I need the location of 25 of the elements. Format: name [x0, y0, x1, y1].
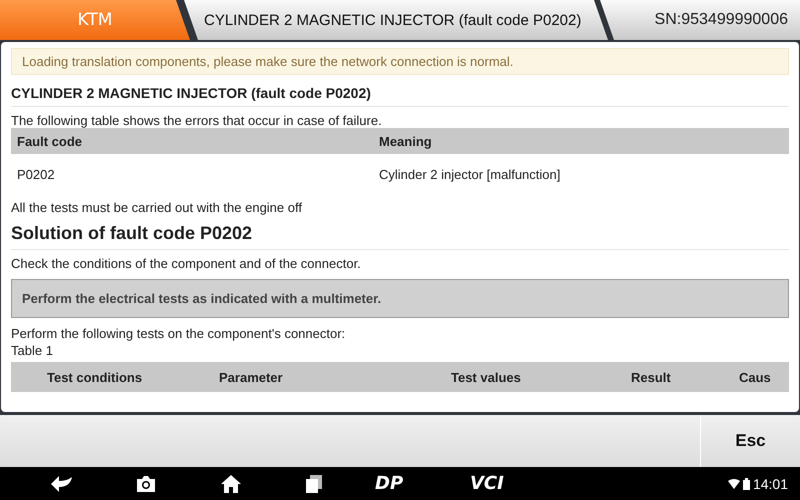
column-header: Parameter — [218, 370, 284, 384]
column-header: Test values — [450, 370, 522, 384]
tests-intro-text: Perform the following tests on the component's connector: — [11, 326, 346, 341]
column-header: Result — [630, 370, 672, 384]
serial-number: SN:953499990006 — [600, 0, 800, 40]
table-label: Table 1 — [11, 343, 54, 358]
title-tab[interactable]: CYLINDER 2 MAGNETIC INJECTOR (fault code P0202) — [184, 0, 608, 40]
wifi-icon — [728, 478, 740, 488]
column-header: Test conditions — [46, 370, 144, 384]
column-header: Meaning — [378, 134, 433, 148]
battery-icon — [742, 478, 750, 490]
dp-button[interactable]: DP — [375, 473, 470, 494]
notice-banner: Loading translation components, please make sure the network connection is normal. — [11, 48, 789, 75]
note-text: All the tests must be carried out with the engine off — [11, 200, 303, 215]
section-title: CYLINDER 2 MAGNETIC INJECTOR (fault code P0202) — [11, 85, 789, 107]
instruction-callout: Perform the electrical tests as indicated with a multimeter. — [11, 279, 789, 318]
intro-text: The following table shows the errors that occur in case of failure. — [11, 113, 383, 128]
table-cell-text: Cylinder 2 injector [malfunction] — [378, 166, 562, 182]
clock-time: 14:01 — [752, 476, 788, 492]
solution-heading: Solution of fault code P0202 — [11, 223, 789, 250]
vci-button[interactable]: VCI — [470, 473, 530, 494]
column-header: Caus — [738, 370, 772, 384]
table-cell-text: P0202 — [16, 166, 56, 182]
column-header: Fault code — [16, 134, 84, 148]
check-text: Check the conditions of the component and of the connector. — [11, 256, 362, 271]
